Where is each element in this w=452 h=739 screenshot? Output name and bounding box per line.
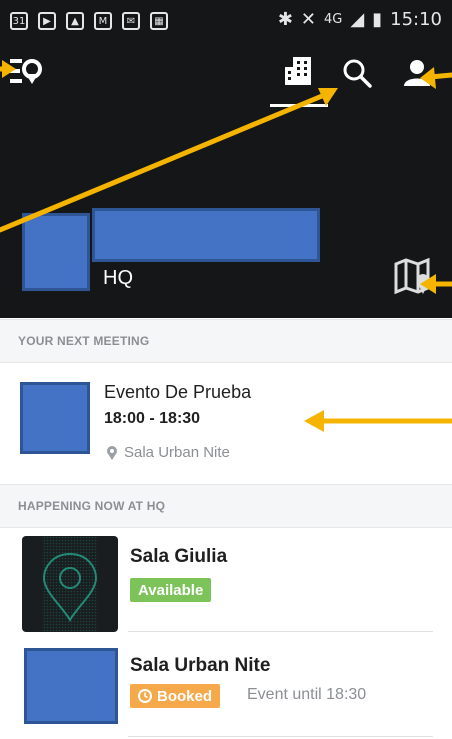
next-meeting-header: YOUR NEXT MEETING — [0, 319, 452, 363]
search-icon[interactable] — [338, 54, 376, 92]
network-type: 4G — [324, 12, 343, 27]
location-menu-icon[interactable] — [6, 52, 44, 90]
mute-icon: ✕ — [300, 9, 317, 30]
system-status: ✱ ✕ 4G ◢ ▮ 15:10 — [278, 9, 442, 30]
battery-icon: ▮ — [372, 9, 383, 30]
messages-icon: ✉ — [122, 12, 140, 30]
happening-now-header: HAPPENING NOW AT HQ — [0, 484, 452, 528]
status-badge: Booked — [130, 684, 221, 708]
clock-icon — [138, 689, 152, 703]
room-name: Sala Giulia — [130, 546, 228, 567]
meeting-room: Sala Urban Nite — [106, 444, 230, 461]
notification-icons: 31 ▶ ▲ M ✉ ▦ — [10, 12, 168, 30]
app-header: 31 ▶ ▲ M ✉ ▦ ✱ ✕ 4G ◢ ▮ 15:10 HQ — [0, 0, 452, 318]
meeting-thumbnail-redacted — [20, 382, 90, 454]
clock: 15:10 — [390, 9, 442, 30]
person-icon[interactable] — [398, 54, 436, 92]
youtube-icon: ▶ — [38, 12, 56, 30]
status-badge-label: Booked — [157, 687, 213, 705]
location-name-redacted — [92, 208, 320, 262]
status-bar: 31 ▶ ▲ M ✉ ▦ ✱ ✕ 4G ◢ ▮ 15:10 — [0, 0, 452, 42]
room-name: Sala Urban Nite — [130, 655, 271, 676]
gmail-icon: M — [94, 12, 112, 30]
list-divider — [128, 736, 433, 737]
location-logo-redacted — [22, 213, 90, 291]
signal-icon: ◢ — [350, 9, 365, 30]
meeting-room-label: Sala Urban Nite — [124, 444, 230, 461]
gallery-icon: ▲ — [66, 12, 84, 30]
calendar-icon: ▦ — [150, 12, 168, 30]
building-icon[interactable] — [280, 52, 318, 90]
location-pin-icon — [107, 445, 117, 460]
list-divider — [128, 631, 433, 632]
event-until-text: Event until 18:30 — [247, 686, 367, 703]
location-label: HQ — [103, 267, 133, 289]
toolbar — [0, 46, 452, 106]
active-tab-indicator — [270, 104, 328, 107]
meeting-title: Evento De Prueba — [104, 382, 252, 402]
map-pin-icon[interactable] — [392, 256, 432, 296]
calendar-31-icon: 31 — [10, 12, 28, 30]
map-marker-icon — [42, 536, 98, 632]
status-badge: Available — [130, 578, 212, 602]
room-thumbnail-redacted — [24, 648, 118, 724]
meeting-time: 18:00 - 18:30 — [104, 410, 201, 427]
room-thumbnail — [22, 536, 118, 632]
bluetooth-icon: ✱ — [277, 9, 293, 30]
